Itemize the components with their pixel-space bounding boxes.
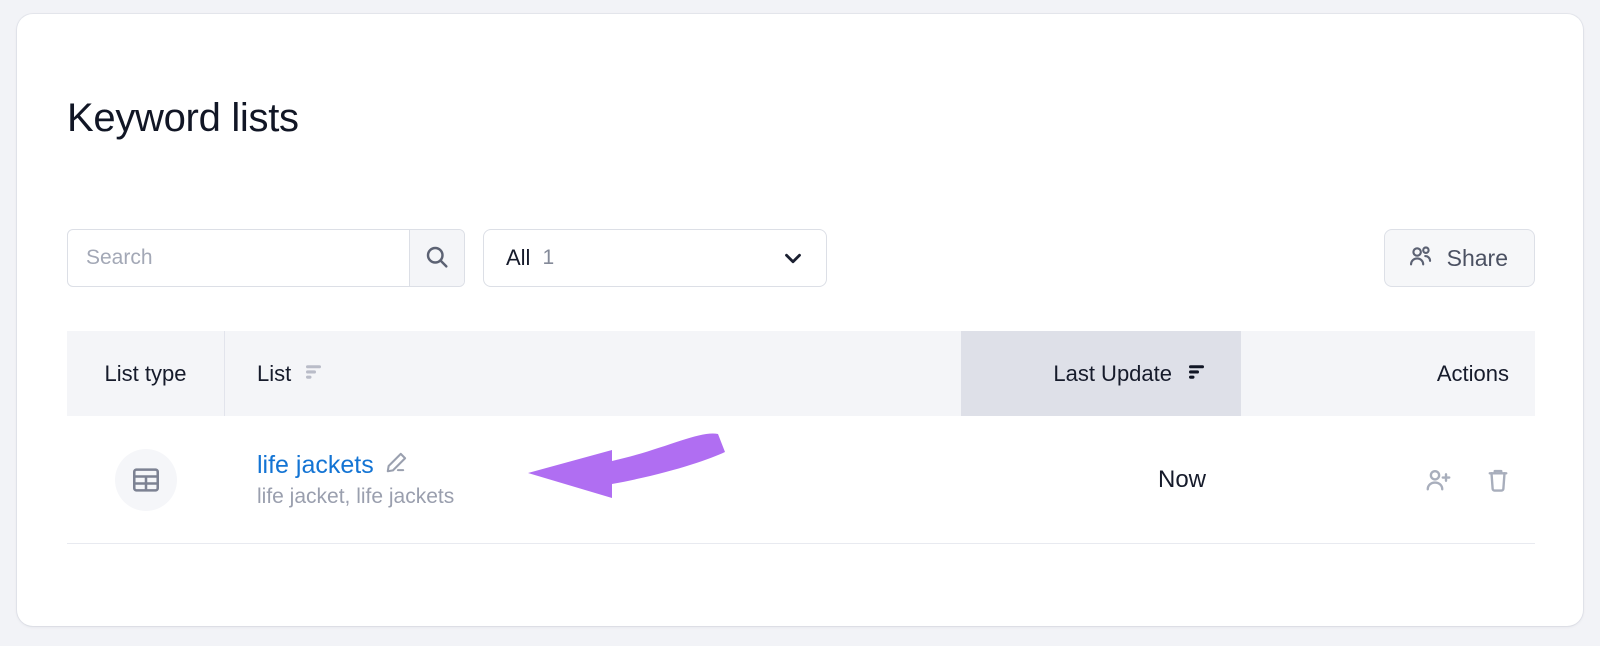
search-field[interactable]: [67, 229, 465, 287]
list-keywords: life jacket, life jackets: [257, 485, 455, 508]
keyword-lists-table: List type List Last Update Actions life …: [67, 331, 1535, 544]
column-header-label: Actions: [1436, 360, 1509, 386]
toolbar: All 1 Share: [67, 229, 1535, 289]
column-header-label: List: [257, 360, 292, 386]
cell-list: life jackets life jacket, life jackets: [225, 450, 961, 509]
list-name-row: life jackets: [257, 450, 409, 481]
column-header-last-update[interactable]: Last Update: [961, 331, 1241, 416]
cell-last-update: Now: [1157, 465, 1206, 493]
column-header-label: Last Update: [1053, 360, 1172, 386]
chevron-down-icon: [780, 245, 806, 271]
column-header-label: List type: [104, 360, 187, 386]
sort-icon-active[interactable]: [1185, 359, 1209, 389]
search-input[interactable]: [68, 230, 409, 286]
share-button[interactable]: Share: [1383, 229, 1535, 287]
search-button[interactable]: [409, 230, 464, 286]
column-header-actions: Actions: [1241, 331, 1535, 416]
page-title: Keyword lists: [67, 96, 299, 140]
filter-count: 1: [542, 246, 555, 269]
table-header-row: List type List Last Update Actions: [67, 331, 1535, 416]
sort-icon[interactable]: [302, 359, 326, 389]
cell-actions: [1241, 465, 1535, 495]
search-icon: [423, 243, 451, 274]
list-type-filter-select[interactable]: All 1: [483, 229, 827, 287]
column-header-list-type[interactable]: List type: [67, 331, 225, 416]
add-user-icon[interactable]: [1423, 465, 1453, 495]
table-grid-icon: [115, 448, 177, 511]
table-row: life jackets life jacket, life jackets N…: [67, 416, 1535, 544]
cell-list-type: [67, 448, 225, 511]
list-name-link[interactable]: life jackets: [257, 451, 374, 480]
trash-icon[interactable]: [1483, 465, 1513, 495]
keyword-lists-card: Keyword lists All 1: [17, 14, 1583, 626]
share-label: Share: [1446, 244, 1508, 271]
pencil-icon[interactable]: [383, 450, 409, 481]
filter-selected-label: All: [506, 245, 531, 270]
people-icon: [1407, 243, 1434, 273]
column-header-list[interactable]: List: [225, 331, 961, 416]
